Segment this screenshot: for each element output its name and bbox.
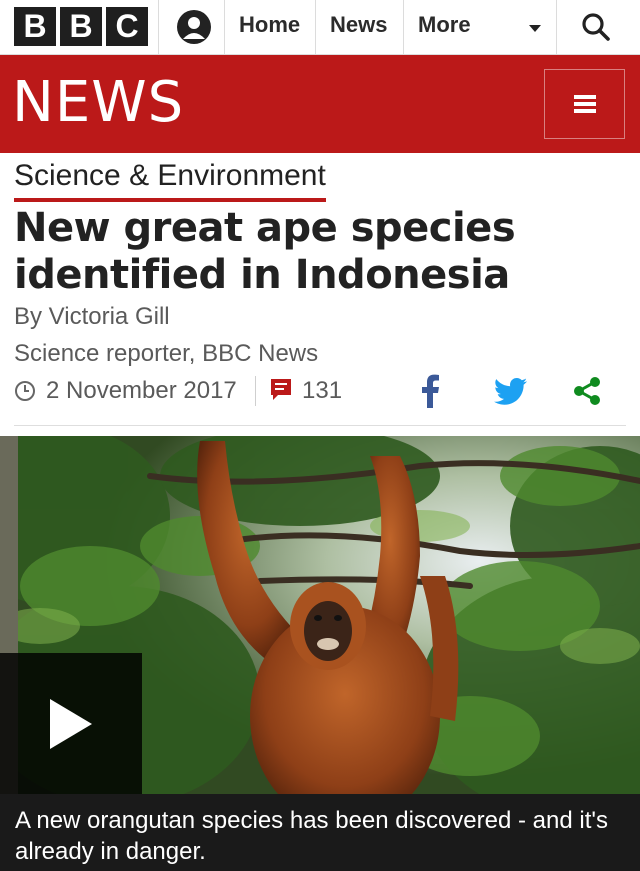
hamburger-menu-icon [573,95,596,113]
nav-news-link[interactable]: News [330,0,387,54]
nav-more-button[interactable]: More [418,0,471,54]
article-meta-row: 2 November 2017 131 [14,372,626,410]
headline-line: identified in Indonesia [14,252,510,298]
headline-line: New great ape species [14,205,516,251]
bbc-logo[interactable]: B B C [14,7,148,46]
logo-letter-b1: B [14,7,56,46]
clock-icon [15,381,35,401]
nav-divider [403,0,404,54]
logo-letter-b2: B [60,7,102,46]
news-banner: NEWS [0,55,640,153]
account-icon [177,10,211,44]
publish-date: 2 November 2017 [46,377,237,404]
meta-divider [255,376,256,406]
menu-button[interactable] [544,69,625,139]
section-link[interactable]: Science & Environment [14,158,326,202]
comments-icon[interactable] [270,378,292,402]
nav-home-link[interactable]: Home [239,0,300,54]
nav-divider [224,0,225,54]
logo-letter-c: C [106,7,148,46]
nav-divider [556,0,557,54]
comment-count[interactable]: 131 [302,377,342,405]
author-byline: By Victoria Gill [14,303,170,330]
search-button[interactable] [571,0,621,54]
nav-divider [158,0,159,54]
top-navigation-bar: B B C Home News More [0,0,640,55]
twitter-icon[interactable] [494,378,528,406]
search-icon [582,13,610,41]
play-icon [50,699,92,749]
caret-down-icon[interactable] [528,24,542,33]
header-divider [14,425,626,426]
author-role: Science reporter, BBC News [14,340,319,367]
account-button[interactable] [164,0,224,54]
facebook-icon[interactable] [419,374,441,408]
article-headline: New great ape species identified in Indo… [14,205,614,299]
share-icon[interactable] [572,376,602,406]
nav-divider [315,0,316,54]
media-caption: A new orangutan species has been discove… [0,794,640,871]
news-wordmark[interactable]: NEWS [12,73,184,133]
play-button[interactable] [0,653,142,795]
